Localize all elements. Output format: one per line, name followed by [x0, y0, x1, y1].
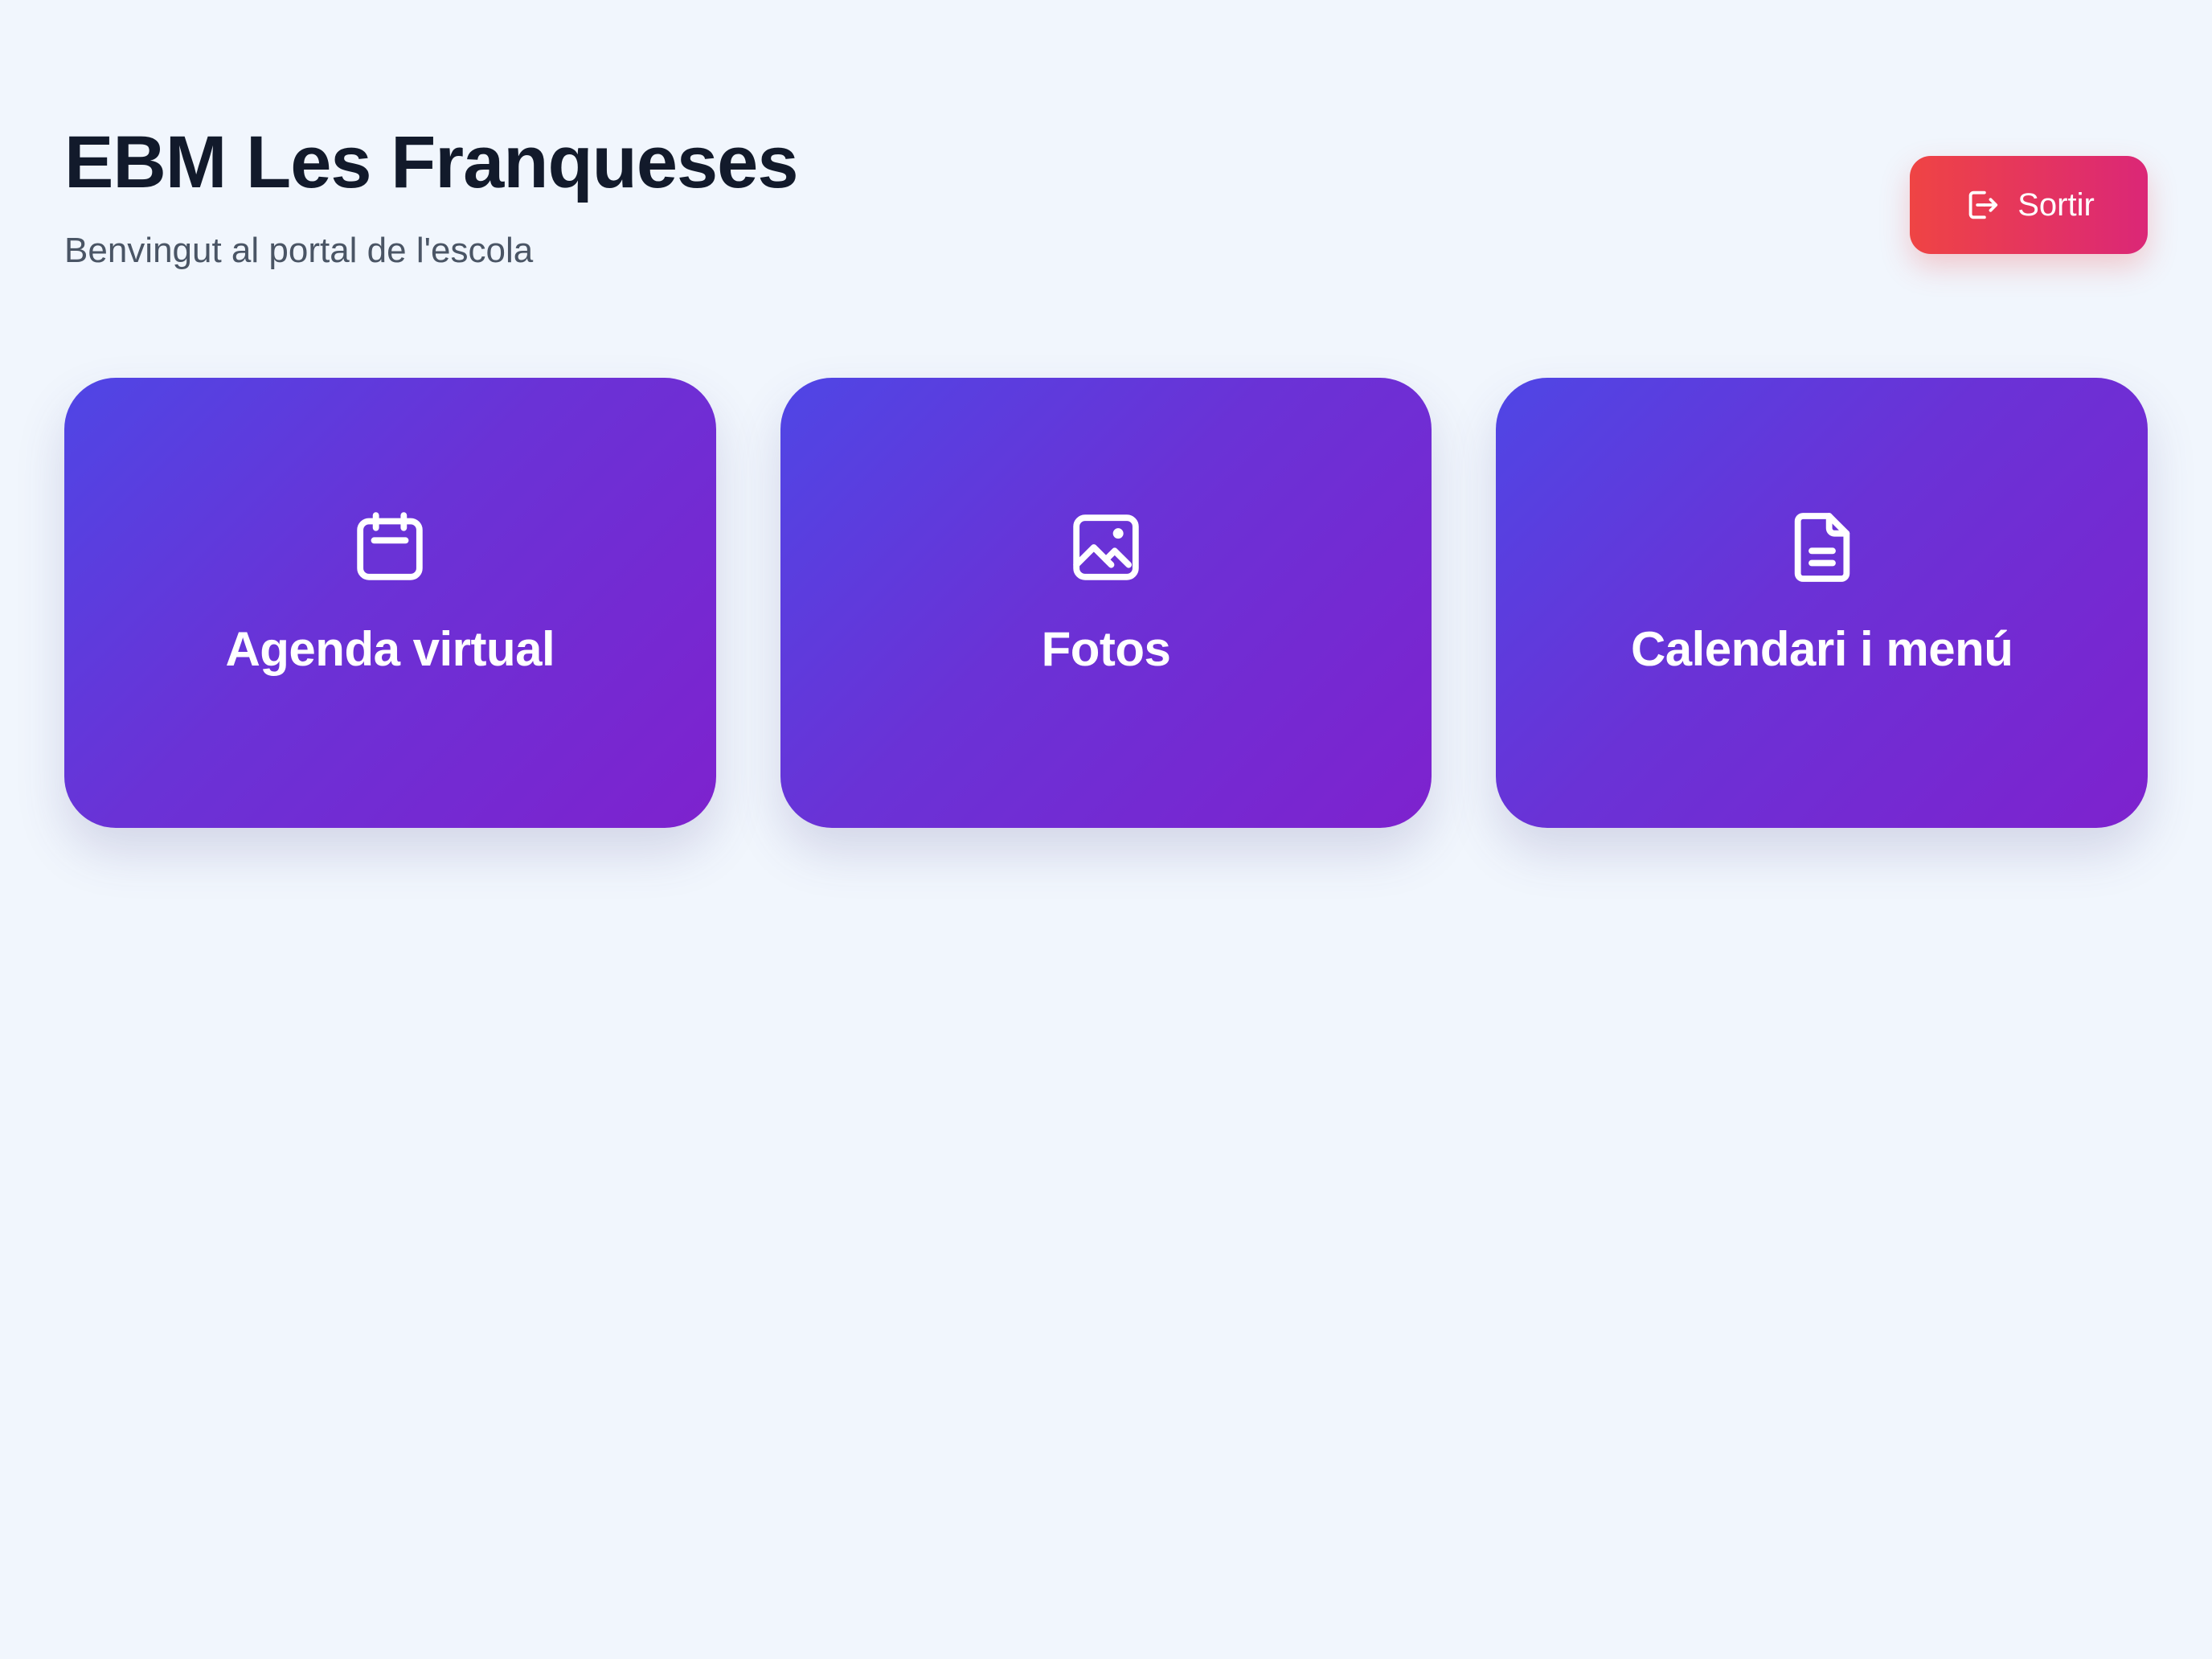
- logout-label: Sortir: [2017, 186, 2095, 223]
- page-subtitle: Benvingut al portal de l'escola: [64, 231, 534, 270]
- logout-icon: [1963, 186, 2000, 223]
- card-label: Agenda virtual: [225, 621, 555, 676]
- menu-cards: Agenda virtual Fotos Calendari i menú: [64, 378, 2149, 828]
- page-header: EBM Les Franqueses Benvingut al portal d…: [64, 0, 2148, 378]
- card-fotos[interactable]: Fotos: [780, 378, 1432, 828]
- card-label: Fotos: [1041, 621, 1171, 676]
- page-title: EBM Les Franqueses: [64, 121, 799, 203]
- card-label: Calendari i menú: [1630, 621, 2013, 676]
- card-agenda-virtual[interactable]: Agenda virtual: [64, 378, 716, 828]
- card-calendari-menu[interactable]: Calendari i menú: [1496, 378, 2149, 828]
- document-icon: [1780, 506, 1864, 589]
- logout-button[interactable]: Sortir: [1910, 156, 2148, 254]
- image-icon: [1064, 506, 1148, 589]
- calendar-icon: [348, 506, 432, 589]
- portal-page: EBM Les Franqueses Benvingut al portal d…: [0, 0, 2212, 1659]
